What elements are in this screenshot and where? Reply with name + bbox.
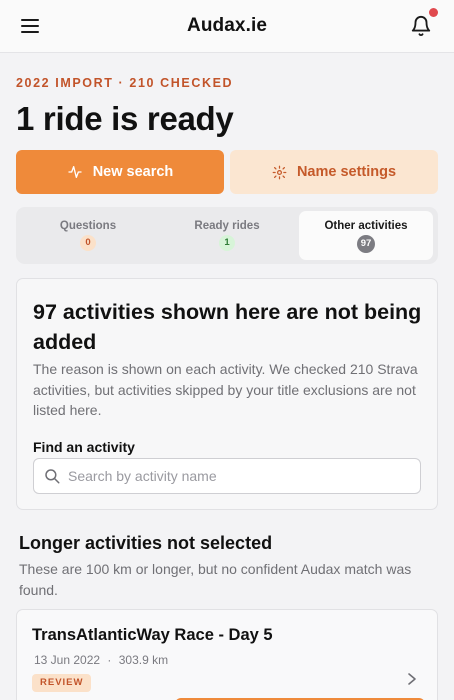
gear-icon: [272, 165, 287, 179]
activity-search-input[interactable]: [68, 459, 408, 493]
find-activity-label: Find an activity: [33, 439, 135, 455]
meta-separator: ·: [107, 653, 112, 667]
chevron-right-icon: [408, 673, 416, 685]
tab-label: Questions: [59, 220, 117, 232]
review-badge: REVIEW: [32, 674, 92, 692]
tab-questions[interactable]: Questions 0: [21, 211, 155, 260]
notice-heading: 97 activities shown here are not being a…: [33, 300, 422, 354]
activity-title: TransAtlanticWay Race - Day 5: [32, 626, 273, 644]
new-search-label: New search: [92, 164, 174, 180]
tab-count-badge: 97: [356, 235, 376, 253]
app-title: Audax.ie: [187, 15, 267, 36]
import-summary: 2022 IMPORT · 210 CHECKED: [16, 76, 234, 90]
new-search-button[interactable]: New search: [16, 150, 224, 194]
notice-text: The reason is shown on each activity. We…: [33, 361, 418, 418]
activity-date: 13 Jun 2022: [34, 653, 101, 667]
tab-label: Ready rides: [194, 220, 260, 232]
name-settings-button[interactable]: Name settings: [230, 150, 438, 194]
activity-meta: 13 Jun 2022 · 303.9 km: [32, 653, 170, 667]
tab-ready-rides[interactable]: Ready rides 1: [160, 211, 294, 260]
page-title: 1 ride is ready: [16, 100, 234, 137]
activity-card[interactable]: TransAtlanticWay Race - Day 5 13 Jun 202…: [16, 609, 438, 700]
bell-icon[interactable]: [410, 14, 432, 38]
activity-distance: 303.9 km: [118, 653, 169, 667]
notification-dot: [429, 8, 438, 17]
tab-label: Other activities: [324, 220, 408, 232]
tab-other-activities[interactable]: Other activities 97: [299, 211, 433, 260]
activity-tabs: Questions 0 Ready rides 1 Other activiti…: [16, 207, 438, 264]
section-description: These are 100 km or longer, but no confi…: [19, 561, 412, 598]
top-bar: Audax.ie: [0, 0, 454, 53]
name-settings-label: Name settings: [296, 164, 397, 180]
search-box: [33, 458, 421, 494]
search-icon: [45, 469, 60, 484]
section-title: Longer activities not selected: [19, 533, 273, 553]
tab-count-badge: 0: [80, 235, 96, 251]
not-added-notice: 97 activities shown here are not being a…: [16, 278, 438, 510]
tab-count-badge: 1: [219, 235, 235, 251]
activity-icon: [68, 166, 82, 178]
